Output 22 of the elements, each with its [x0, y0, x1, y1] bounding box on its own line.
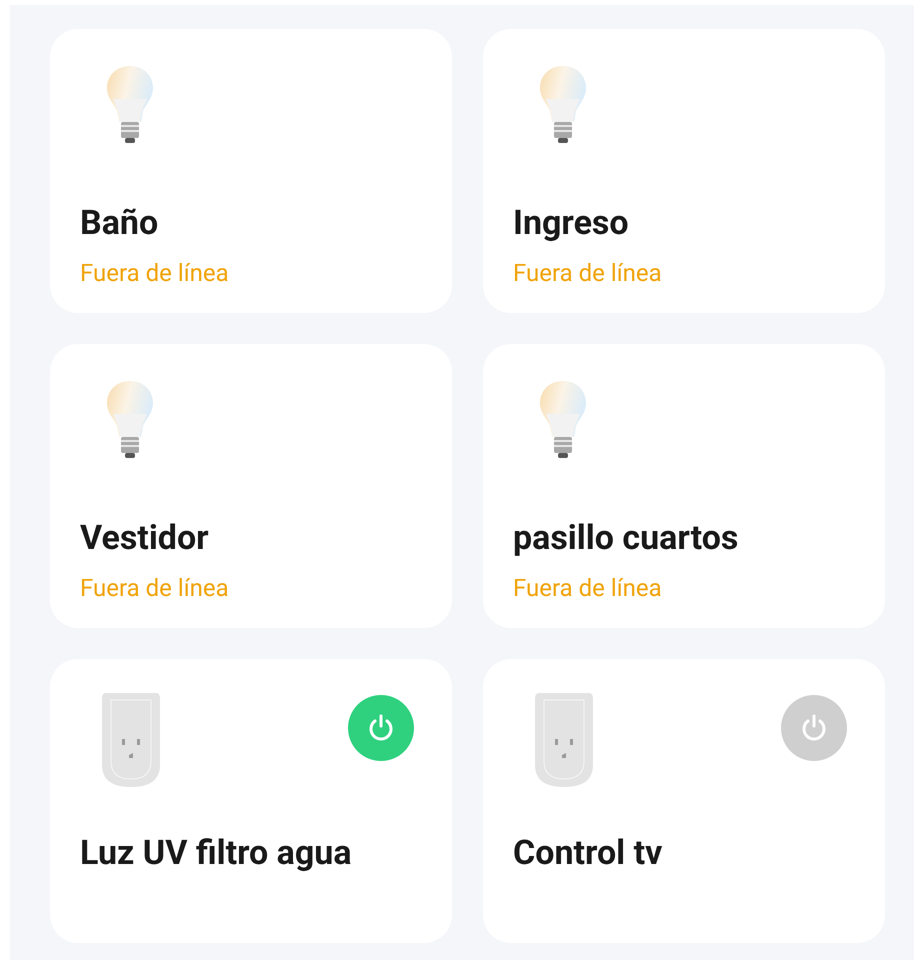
- light-bulb-icon: [538, 380, 588, 460]
- device-name: Vestidor: [80, 518, 209, 558]
- device-name: Control tv: [513, 833, 662, 873]
- device-card[interactable]: Control tv: [483, 659, 885, 943]
- device-name: Luz UV filtro agua: [80, 833, 352, 873]
- device-status: Fuera de línea: [80, 574, 229, 602]
- device-status: Fuera de línea: [513, 574, 662, 602]
- device-name: Baño: [80, 203, 158, 243]
- device-card[interactable]: Ingreso Fuera de línea: [483, 29, 885, 313]
- light-bulb-icon: [538, 65, 588, 145]
- light-bulb-icon: [105, 380, 155, 460]
- device-card[interactable]: Vestidor Fuera de línea: [50, 344, 452, 628]
- device-card[interactable]: Luz UV filtro agua: [50, 659, 452, 943]
- device-card[interactable]: pasillo cuartos Fuera de línea: [483, 344, 885, 628]
- device-status: Fuera de línea: [80, 259, 229, 287]
- device-status: Fuera de línea: [513, 259, 662, 287]
- smart-plug-icon: [100, 691, 162, 789]
- smart-plug-icon: [533, 691, 595, 789]
- device-name: Ingreso: [513, 203, 629, 243]
- device-name: pasillo cuartos: [513, 518, 738, 558]
- device-card[interactable]: Baño Fuera de línea: [50, 29, 452, 313]
- light-bulb-icon: [105, 65, 155, 145]
